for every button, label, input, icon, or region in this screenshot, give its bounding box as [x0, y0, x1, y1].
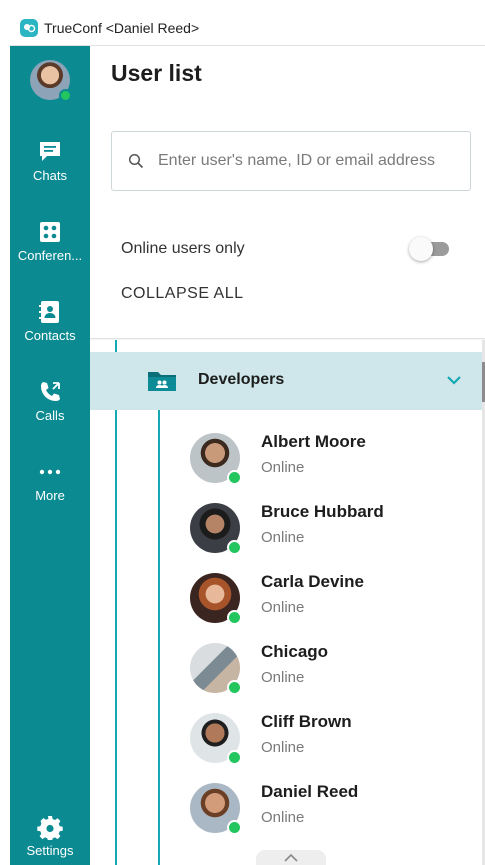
online-status-dot: [227, 750, 242, 765]
chevron-down-icon[interactable]: [446, 374, 462, 386]
contact-item[interactable]: Daniel Reed Online: [190, 778, 470, 838]
contact-status: Online: [261, 809, 305, 826]
tree-guide-line: [115, 340, 117, 865]
contact-name: Daniel Reed: [261, 782, 359, 801]
avatar: [190, 643, 242, 695]
online-status-dot: [227, 540, 242, 555]
collapse-all-button[interactable]: COLLAPSE ALL: [121, 285, 244, 303]
online-status-dot: [227, 820, 242, 835]
contact-name: Carla Devine: [261, 572, 364, 591]
contact-name: Chicago: [261, 642, 329, 661]
group-name: Developers: [198, 371, 285, 388]
sidebar-item-calls[interactable]: Calls: [10, 379, 90, 423]
chevron-up-icon: [284, 853, 298, 862]
window-titlebar: TrueConf <Daniel Reed>: [10, 10, 485, 46]
contact-item[interactable]: Albert Moore Online: [190, 428, 470, 488]
online-users-toggle[interactable]: [409, 237, 451, 261]
contact-item[interactable]: Bruce Hubbard Online: [190, 498, 470, 558]
online-status-dot: [227, 680, 242, 695]
search-input[interactable]: [158, 152, 458, 170]
contact-tree[interactable]: Developers Albert Moore Online Bruce Hub…: [90, 340, 482, 865]
online-users-label: Online users only: [121, 240, 245, 257]
group-developers[interactable]: Developers: [90, 352, 482, 410]
contact-item[interactable]: Cliff Brown Online: [190, 708, 470, 768]
sidebar-item-settings[interactable]: Settings: [10, 814, 90, 858]
contact-status: Online: [261, 459, 305, 476]
toggle-knob: [409, 237, 433, 261]
contact-item[interactable]: Chicago Online: [190, 638, 470, 698]
window-title: TrueConf <Daniel Reed>: [44, 19, 200, 36]
online-status-dot: [227, 470, 242, 485]
sidebar-item-contacts[interactable]: Contacts: [10, 299, 90, 343]
search-box[interactable]: [111, 131, 471, 191]
contact-item[interactable]: Carla Devine Online: [190, 568, 470, 628]
calls-icon: [41, 382, 60, 401]
sidebar-item-conferences[interactable]: Conferen...: [10, 219, 90, 263]
contact-name: Albert Moore: [261, 432, 366, 451]
contact-status: Online: [261, 599, 305, 616]
contacts-icon: [39, 301, 59, 323]
sidebar-item-chats[interactable]: Chats: [10, 139, 90, 183]
trueconf-logo-icon: [20, 18, 38, 37]
avatar: [190, 433, 242, 485]
sidebar: Chats Conferen... Contacts Calls More Se…: [10, 46, 90, 865]
user-list-panel: User list Online users only COLLAPSE ALL…: [90, 46, 485, 865]
sidebar-item-more[interactable]: More: [10, 459, 90, 503]
search-icon: [128, 153, 144, 169]
avatar: [190, 503, 242, 555]
more-icon: [39, 469, 61, 475]
online-users-filter: Online users only: [121, 236, 451, 262]
contact-status: Online: [261, 669, 305, 686]
conference-icon: [40, 222, 60, 242]
chat-icon: [40, 142, 60, 161]
avatar: [190, 713, 242, 765]
group-folder-icon: [148, 372, 176, 391]
contact-name: Cliff Brown: [261, 712, 352, 731]
contact-name: Bruce Hubbard: [261, 502, 384, 521]
page-title: User list: [111, 60, 202, 86]
avatar: [190, 783, 242, 835]
contact-status: Online: [261, 529, 305, 546]
gear-icon: [37, 816, 63, 840]
group-guide-line: [158, 410, 160, 865]
contact-status: Online: [261, 739, 305, 756]
online-status-dot: [227, 610, 242, 625]
scroll-to-top-button[interactable]: [256, 850, 326, 865]
avatar: [190, 573, 242, 625]
current-user-avatar[interactable]: [30, 60, 72, 102]
online-status-dot: [59, 89, 72, 102]
